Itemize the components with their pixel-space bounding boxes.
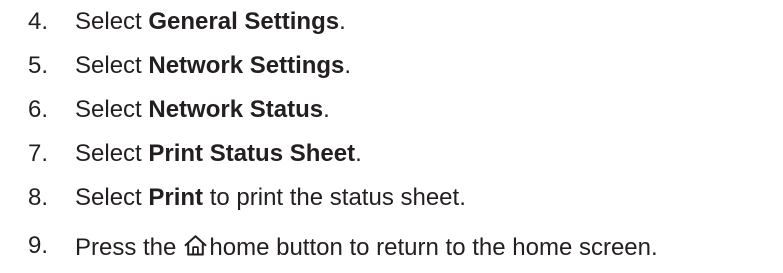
setting-name-general-settings: General Settings [148,8,340,35]
step-number: 9. [28,232,49,259]
step-5: 5. Select Network Settings. [0,48,351,84]
step-number: 8. [28,184,49,211]
step-text: Select Print Status Sheet. [75,142,362,166]
step-suffix: . [323,96,330,123]
step-text: Select Print to print the status sheet. [75,186,466,210]
step-9: 9. Press the home button to return to the… [0,228,658,264]
setting-name-network-status: Network Status [148,96,324,123]
step-text: Select Network Settings. [75,54,351,78]
step-suffix: home button to return to the home screen… [209,233,658,261]
step-prefix: Select [75,140,149,167]
setting-name-print: Print [148,184,204,211]
step-number: 6. [28,96,49,123]
step-suffix: . [339,8,346,35]
step-number: 5. [28,52,49,79]
step-7: 7. Select Print Status Sheet. [0,136,362,172]
step-number: 7. [28,140,49,167]
step-prefix: Press the [75,233,177,261]
home-icon [183,233,208,258]
step-6: 6. Select Network Status. [0,92,330,128]
step-8: 8. Select Print to print the status shee… [0,180,466,216]
step-suffix: . [355,140,362,167]
step-prefix: Select [75,8,149,35]
step-prefix: Select [75,96,149,123]
step-number: 4. [28,8,49,35]
setting-name-network-settings: Network Settings [148,52,345,79]
step-4: 4. Select General Settings. [0,4,346,40]
step-prefix: Select [75,184,149,211]
step-prefix: Select [75,52,149,79]
step-text: Press the home button to return to the ho… [75,233,658,260]
step-suffix: to print the status sheet. [203,184,466,211]
step-text: Select General Settings. [75,10,346,34]
setting-name-print-status-sheet: Print Status Sheet [148,140,356,167]
step-suffix: . [344,52,352,79]
step-text: Select Network Status. [75,98,330,122]
